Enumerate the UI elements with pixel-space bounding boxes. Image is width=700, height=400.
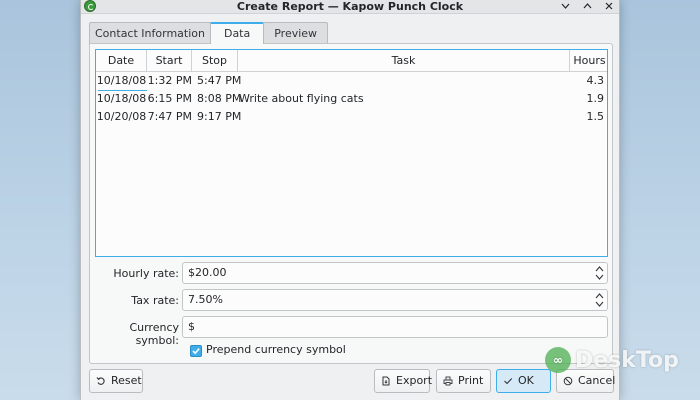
reset-icon [96,376,106,386]
window-controls [559,0,615,12]
create-report-dialog: Create Report — Kapow Punch Clock Contac… [80,0,620,400]
task-cell: Write about flying cats [239,92,364,105]
column-header-task[interactable]: Task [238,50,570,72]
reset-button[interactable]: Reset [89,369,143,393]
tax-rate-value: 7.50% [188,293,223,306]
tax-rate-label: Tax rate: [131,294,179,307]
start-cell: 1:32 PM [147,74,192,87]
checkmark-icon [192,348,200,355]
watermark-text: DeskTop [575,347,679,373]
hours-cell: 4.3 [586,74,605,87]
column-header-hours[interactable]: Hours [570,50,609,72]
stop-cell: 9:17 PM [197,110,242,123]
date-cell: 10/20/08 [96,110,147,123]
spin-arrows-icon[interactable] [595,292,604,308]
tab-data[interactable]: Data [209,22,265,44]
task-cell [239,108,569,126]
checkmark-icon [503,376,513,386]
spin-arrows-icon[interactable] [595,265,604,281]
chevron-up-icon[interactable] [581,0,593,12]
column-header-date[interactable]: Date [96,50,147,72]
hourly-rate-label: Hourly rate: [113,267,179,280]
watermark-logo-icon: ∞ [545,347,571,373]
hourly-rate-spinbox[interactable]: $20.00 [182,262,608,284]
currency-symbol-label: Currency symbol: [129,321,179,347]
tab-preview[interactable]: Preview [263,22,329,44]
desktop-watermark: ∞ DeskTop [545,340,679,380]
reset-label: Reset [111,374,142,387]
export-label: Export [396,374,433,387]
title-bar[interactable]: Create Report — Kapow Punch Clock [81,0,619,14]
ok-button[interactable]: OK [496,369,551,393]
print-button[interactable]: Print [436,369,491,393]
prepend-currency-label[interactable]: Prepend currency symbol [206,343,346,356]
chevron-down-icon[interactable] [559,0,571,12]
table-row[interactable]: 10/18/08 1:32 PM 5:47 PM 4.3 [96,72,607,90]
task-cell [239,72,569,90]
date-cell: 10/18/08 [96,74,147,87]
tab-bar: Contact Information Data Preview [89,22,329,44]
printer-icon [443,376,453,386]
print-label: Print [458,374,484,387]
table-row[interactable]: 10/20/08 7:47 PM 9:17 PM 1.5 [96,108,607,126]
hours-cell: 1.9 [586,92,605,105]
date-cell: 10/18/08 [96,92,147,105]
hours-cell: 1.5 [586,110,605,123]
currency-symbol-value: $ [188,320,195,333]
window-title: Create Report — Kapow Punch Clock [236,0,464,13]
ok-label: OK [518,374,534,387]
column-header-start[interactable]: Start [147,50,192,72]
work-entries-table[interactable]: Date Start Stop Task Hours 10/18/08 1:32… [95,49,608,257]
start-cell: 7:47 PM [147,110,192,123]
stop-cell: 5:47 PM [197,74,242,87]
tax-rate-spinbox[interactable]: 7.50% [182,289,608,311]
close-icon[interactable] [603,0,615,12]
export-icon [381,376,391,386]
prepend-currency-checkbox[interactable] [190,345,202,357]
table-row[interactable]: 10/18/08 6:15 PM 8:08 PM Write about fly… [96,90,607,108]
data-tab-panel: Date Start Stop Task Hours 10/18/08 1:32… [89,43,613,364]
column-header-stop[interactable]: Stop [192,50,238,72]
currency-symbol-input[interactable]: $ [182,316,608,338]
stop-cell: 8:08 PM [197,92,242,105]
hourly-rate-value: $20.00 [188,266,227,279]
table-header: Date Start Stop Task Hours [96,50,607,72]
tab-contact-information[interactable]: Contact Information [89,22,211,44]
start-cell: 6:15 PM [147,92,192,105]
export-button[interactable]: Export [374,369,433,393]
